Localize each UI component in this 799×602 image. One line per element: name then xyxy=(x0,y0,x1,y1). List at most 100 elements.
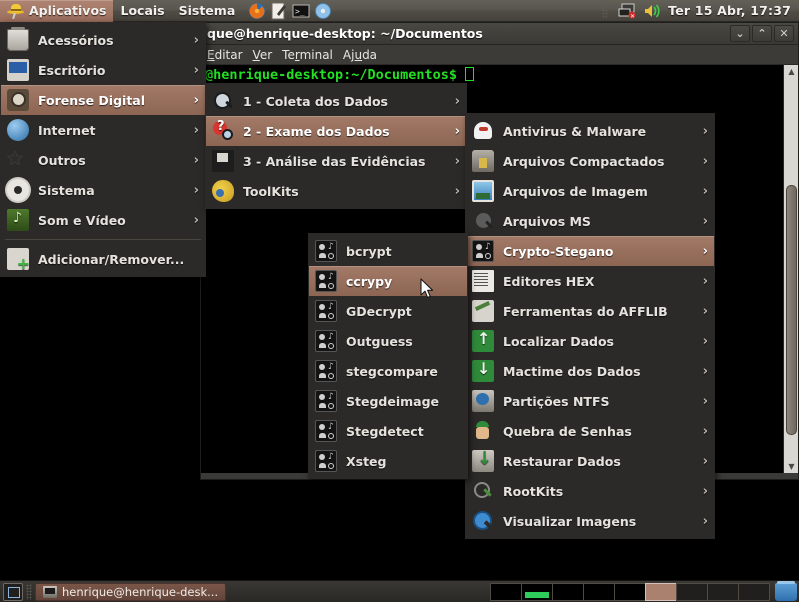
applications-menu[interactable]: Acessórios › Escritório › Forense Digita… xyxy=(0,22,206,277)
menu-item-sistema[interactable]: Sistema › xyxy=(1,175,205,205)
close-button[interactable]: ✕ xyxy=(774,25,794,42)
menu-item-analise-das-evidencias[interactable]: 3 - Análise das Evidências › xyxy=(206,146,466,176)
menu-item-bcrypt[interactable]: ♪ bcrypt xyxy=(309,236,467,266)
scroll-up-icon[interactable]: ▲ xyxy=(784,65,798,78)
menu-item-xsteg[interactable]: ♪ Xsteg xyxy=(309,446,467,476)
menu-item-label: Mactime dos Dados xyxy=(503,364,641,379)
menu-item-ferramentas-do-afflib[interactable]: Ferramentas do AFFLIB › xyxy=(466,296,714,326)
panel-launchers[interactable]: >_ xyxy=(248,2,332,20)
scroll-down-icon[interactable]: ▼ xyxy=(784,460,798,473)
menu-item-crypto-stegano[interactable]: ♪ Crypto-Stegano › xyxy=(466,236,714,266)
menu-item-label: Arquivos Compactados xyxy=(503,154,664,169)
minimize-button[interactable]: ⌄ xyxy=(730,25,750,42)
menu-item-stegcompare[interactable]: ♪ stegcompare xyxy=(309,356,467,386)
menu-item-gdecrypt[interactable]: ♪ GDecrypt xyxy=(309,296,467,326)
volume-icon[interactable] xyxy=(643,2,661,20)
menu-item-arquivos-ms[interactable]: Arquivos MS › xyxy=(466,206,714,236)
trash-icon[interactable] xyxy=(775,583,797,601)
menu-item-arquivos-compactados[interactable]: Arquivos Compactados › xyxy=(466,146,714,176)
show-desktop-icon[interactable] xyxy=(3,583,23,601)
workspace-2[interactable] xyxy=(521,583,553,601)
menu-item-acessorios[interactable]: Acessórios › xyxy=(1,25,205,55)
crypto-stegano-submenu[interactable]: ♪ bcrypt ♪ ccrypy ♪ GDecrypt ♪ Outguess … xyxy=(308,233,468,479)
bottom-panel[interactable]: henrique@henrique-desk... xyxy=(0,580,799,602)
chevron-right-icon: › xyxy=(695,334,708,349)
firefox-icon[interactable] xyxy=(248,2,266,20)
menu-item-visualizar-imagens[interactable]: Visualizar Imagens › xyxy=(466,506,714,536)
workspace-9[interactable] xyxy=(738,583,770,601)
tray-grip-handle[interactable] xyxy=(602,3,608,19)
menu-item-outguess[interactable]: ♪ Outguess xyxy=(309,326,467,356)
workspace-1[interactable] xyxy=(490,583,522,601)
network-disconnected-icon[interactable]: ✕ xyxy=(618,2,636,20)
chevron-right-icon: › xyxy=(186,123,199,138)
menu-item-restaurar-dados[interactable]: Restaurar Dados › xyxy=(466,446,714,476)
menu-item-coleta-dos-dados[interactable]: 1 - Coleta dos Dados › xyxy=(206,86,466,116)
app-generic-icon: ♪ xyxy=(315,300,337,322)
menu-item-outros[interactable]: Outros › xyxy=(1,145,205,175)
workspace-8[interactable] xyxy=(707,583,739,601)
menu-item-rootkits[interactable]: RootKits › xyxy=(466,476,714,506)
task-button-terminal[interactable]: henrique@henrique-desk... xyxy=(35,583,226,601)
exame-dos-dados-submenu[interactable]: Antivirus & Malware › Arquivos Compactad… xyxy=(465,113,715,539)
maximize-button[interactable]: ⌃ xyxy=(752,25,772,42)
workspace-7[interactable] xyxy=(676,583,708,601)
menu-item-particoes-ntfs[interactable]: Partições NTFS › xyxy=(466,386,714,416)
app-generic-icon: ♪ xyxy=(315,240,337,262)
menu-item-quebra-de-senhas[interactable]: Quebra de Senhas › xyxy=(466,416,714,446)
menu-item-internet[interactable]: Internet › xyxy=(1,115,205,145)
system-tray[interactable]: ✕ Ter 15 Abr, 17:37 xyxy=(599,2,799,20)
menu-aplicativos[interactable]: Aplicativos xyxy=(0,0,113,22)
forense-digital-submenu[interactable]: 1 - Coleta dos Dados › 2 - Exame dos Dad… xyxy=(205,83,467,209)
rootkit-icon xyxy=(472,480,494,502)
ntfs-icon xyxy=(472,390,494,412)
menu-ver[interactable]: Ver xyxy=(253,48,273,62)
crypto-icon: ♪ xyxy=(472,240,494,262)
clock[interactable]: Ter 15 Abr, 17:37 xyxy=(668,3,791,18)
menu-sistema[interactable]: Sistema xyxy=(172,0,243,22)
menu-item-toolkits[interactable]: ToolKits › xyxy=(206,176,466,206)
menu-item-forense-digital[interactable]: Forense Digital › xyxy=(1,85,205,115)
text-editor-icon[interactable] xyxy=(270,2,288,20)
menu-item-stegdetect[interactable]: ♪ Stegdetect xyxy=(309,416,467,446)
scrollbar-thumb[interactable] xyxy=(786,185,797,435)
app-generic-icon: ♪ xyxy=(315,390,337,412)
menu-item-exame-dos-dados[interactable]: 2 - Exame dos Dados › xyxy=(206,116,466,146)
terminal-title-text: que@henrique-desktop: ~/Documentos xyxy=(201,26,483,41)
chevron-right-icon: › xyxy=(186,213,199,228)
workspace-switcher[interactable] xyxy=(491,583,799,601)
menu-item-som-e-video[interactable]: Som e Vídeo › xyxy=(1,205,205,235)
menu-ajuda[interactable]: Ajuda xyxy=(343,48,377,62)
workspace-3[interactable] xyxy=(552,583,584,601)
menu-item-label: GDecrypt xyxy=(346,304,412,319)
accessories-icon xyxy=(7,29,29,51)
terminal-titlebar[interactable]: que@henrique-desktop: ~/Documentos ⌄ ⌃ ✕ xyxy=(201,23,798,45)
terminal-menubar[interactable]: Editar Ver Terminal Ajuda xyxy=(201,45,798,65)
app-generic-icon: ♪ xyxy=(315,420,337,442)
ghost-icon xyxy=(472,120,494,142)
svg-text:>_: >_ xyxy=(295,7,305,16)
menu-locais[interactable]: Locais xyxy=(113,0,171,22)
menu-item-editores-hex[interactable]: Editores HEX › xyxy=(466,266,714,296)
terminal-scrollbar[interactable]: ▲ ▼ xyxy=(783,65,798,473)
disc-icon[interactable] xyxy=(314,2,332,20)
menu-item-localizar-dados[interactable]: Localizar Dados › xyxy=(466,326,714,356)
workspace-6[interactable] xyxy=(645,583,677,601)
menu-item-stegdeimage[interactable]: ♪ Stegdeimage xyxy=(309,386,467,416)
menu-terminal[interactable]: Terminal xyxy=(282,48,333,62)
menu-item-escritorio[interactable]: Escritório › xyxy=(1,55,205,85)
menu-item-antivirus-malware[interactable]: Antivirus & Malware › xyxy=(466,116,714,146)
menu-item-adicionar-remover[interactable]: Adicionar/Remover... xyxy=(1,244,205,274)
taskbar-grip-handle[interactable] xyxy=(26,584,32,600)
magnifier-icon xyxy=(212,90,234,112)
menu-editar[interactable]: Editar xyxy=(207,48,243,62)
workspace-5[interactable] xyxy=(614,583,646,601)
menu-item-arquivos-de-imagem[interactable]: Arquivos de Imagem › xyxy=(466,176,714,206)
menu-item-label: Arquivos de Imagem xyxy=(503,184,648,199)
menu-item-ccrypy[interactable]: ♪ ccrypy xyxy=(309,266,467,296)
terminal-icon[interactable]: >_ xyxy=(292,2,310,20)
office-icon xyxy=(7,59,29,81)
workspace-4[interactable] xyxy=(583,583,615,601)
top-panel[interactable]: Aplicativos Locais Sistema >_ ✕ Ter 15 A… xyxy=(0,0,799,22)
menu-item-mactime-dos-dados[interactable]: Mactime dos Dados › xyxy=(466,356,714,386)
